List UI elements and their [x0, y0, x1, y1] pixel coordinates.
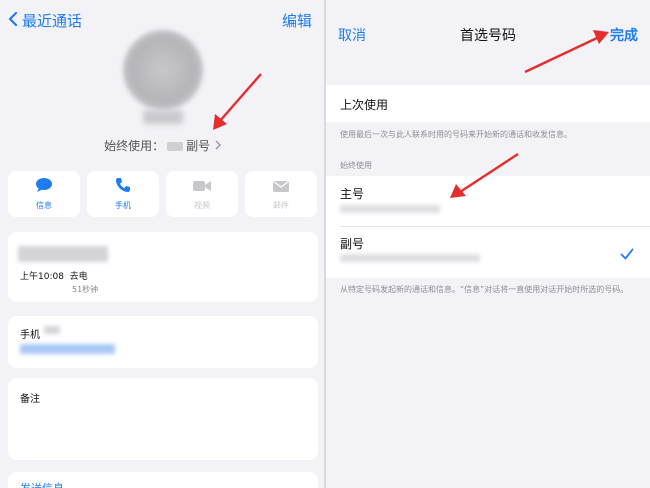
- always-use-label: 始终使用：: [104, 139, 165, 153]
- call-history-card: 上午10:08 去电 51秒钟: [8, 232, 318, 302]
- notes-card[interactable]: 备注: [8, 378, 318, 460]
- secondary-line-row[interactable]: 副号: [326, 227, 650, 278]
- line-options-group: 主号 副号: [326, 176, 650, 278]
- contact-detail-pane: 最近通话 编辑 始终使用： 副号 信息 手机 视频 邮件 上午10:08 去电 5…: [0, 0, 326, 488]
- phone-card[interactable]: 手机: [8, 316, 318, 368]
- edit-button[interactable]: 编辑: [282, 10, 312, 31]
- phone-number-redacted[interactable]: [20, 344, 115, 354]
- call-label: 手机: [115, 201, 131, 210]
- video-label: 视频: [194, 200, 210, 210]
- mail-label: 邮件: [273, 200, 289, 210]
- chevron-left-icon: [8, 11, 18, 31]
- call-date-redacted: [18, 246, 108, 262]
- preferred-number-sheet: 取消 首选号码 完成 上次使用 使用最后一次与此人联系时用的号码来开始新的通话和…: [326, 0, 650, 488]
- call-time: 上午10:08: [20, 272, 64, 282]
- back-label: 最近通话: [22, 12, 83, 30]
- always-use-line: 副号: [186, 139, 211, 153]
- annotation-arrow-left: [213, 73, 262, 130]
- last-used-note: 使用最后一次与此人联系时用的号码来开始新的通话和收发信息。: [340, 130, 572, 139]
- secondary-line-label: 副号: [340, 237, 365, 251]
- always-use-section-header: 始终使用: [340, 161, 372, 170]
- back-button[interactable]: 最近通话: [8, 10, 82, 31]
- call-duration: 51秒钟: [72, 285, 99, 294]
- phone-tag-redacted: [44, 326, 60, 334]
- primary-line-label: 主号: [340, 187, 365, 201]
- mail-button[interactable]: 邮件: [245, 171, 317, 217]
- primary-line-row[interactable]: 主号: [326, 176, 650, 226]
- mail-icon: [272, 178, 290, 197]
- last-used-label: 上次使用: [340, 98, 389, 112]
- chevron-right-icon: [214, 139, 222, 153]
- video-icon: [192, 178, 212, 197]
- call-button[interactable]: 手机: [87, 171, 159, 217]
- phone-label: 手机: [20, 330, 40, 341]
- line-tag-redacted: [167, 142, 184, 151]
- message-button[interactable]: 信息: [8, 171, 80, 217]
- primary-number-redacted: [340, 205, 440, 213]
- call-type: 去电: [69, 272, 88, 282]
- phone-icon: [115, 177, 131, 197]
- footer-note: 从特定号码发起新的通话和信息。“信息”对话将一直使用对话开始时所选的号码。: [340, 285, 629, 294]
- send-message-card[interactable]: 发送信息: [8, 472, 318, 488]
- always-use-row[interactable]: 始终使用： 副号: [0, 137, 326, 154]
- done-button[interactable]: 完成: [610, 25, 638, 45]
- last-used-row[interactable]: 上次使用: [326, 85, 650, 122]
- call-entry: 上午10:08 去电: [20, 269, 88, 282]
- message-label: 信息: [36, 201, 52, 210]
- secondary-number-redacted: [340, 254, 480, 262]
- notes-label: 备注: [20, 394, 40, 405]
- video-button[interactable]: 视频: [166, 171, 238, 217]
- checkmark-icon: [620, 245, 634, 264]
- avatar: [123, 30, 203, 110]
- send-message-label: 发送信息: [20, 480, 64, 488]
- contact-name-redacted: [143, 110, 183, 124]
- sheet-header: 取消 首选号码 完成: [326, 0, 650, 60]
- message-bubble-icon: [35, 177, 53, 197]
- action-buttons: 信息 手机 视频 邮件: [8, 171, 318, 217]
- sheet-title: 首选号码: [460, 28, 516, 44]
